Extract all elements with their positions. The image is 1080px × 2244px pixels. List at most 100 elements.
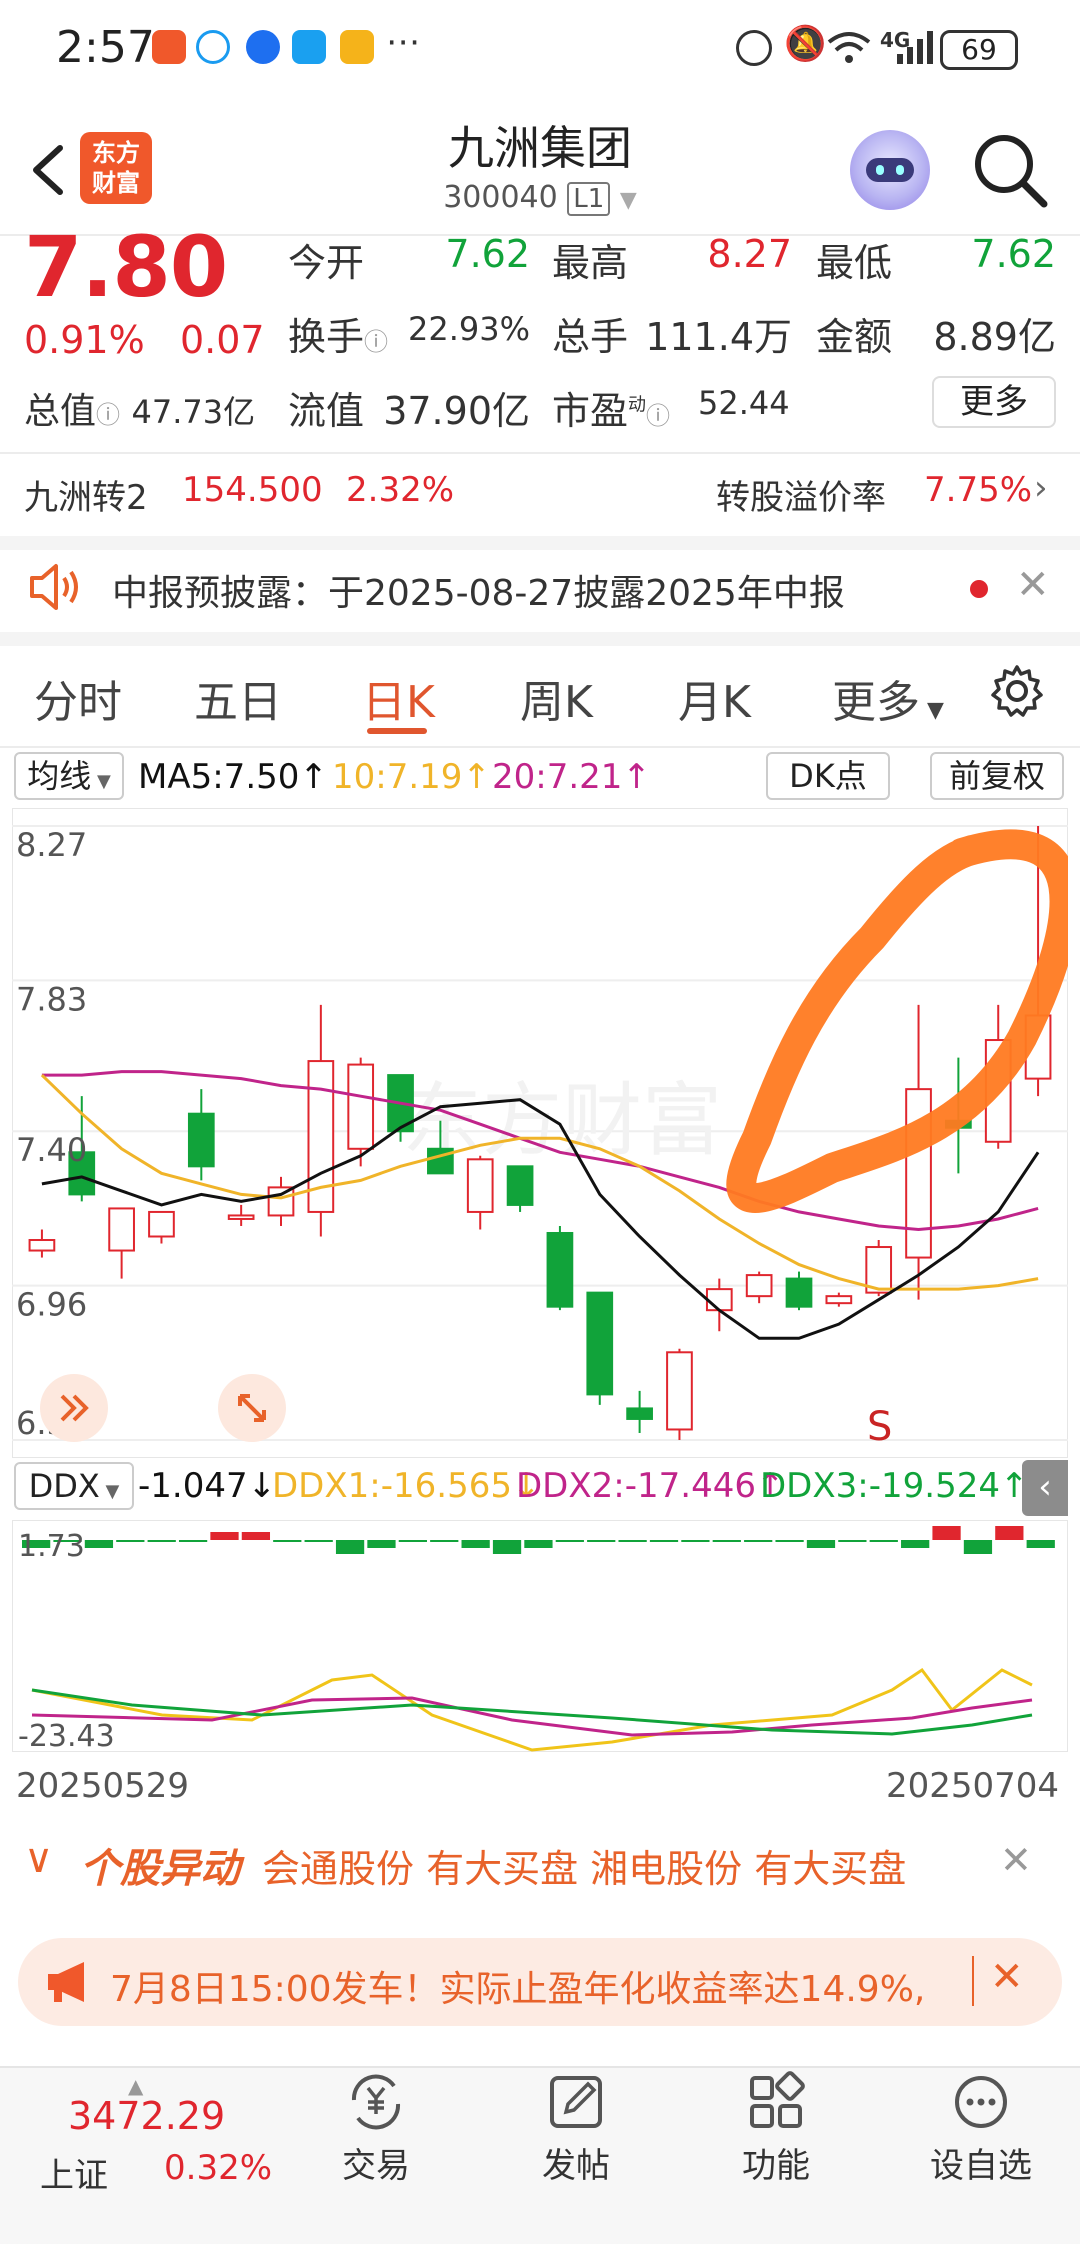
- premium-label: 转股溢价率: [716, 478, 886, 518]
- indicator-selector[interactable]: DDX ▼: [14, 1462, 134, 1510]
- ddx-bar: [210, 1532, 239, 1540]
- ddx-bar: [838, 1540, 867, 1542]
- ddx-axis-top: 1.73: [18, 1529, 85, 1564]
- more-notifications-icon: ⋯: [386, 22, 420, 62]
- bond-price: 154.500: [182, 470, 323, 510]
- change-percent: 0.91%: [24, 318, 145, 362]
- adjust-button[interactable]: 前复权: [930, 752, 1064, 800]
- signal-icon: [897, 31, 933, 64]
- tab-more[interactable]: 更多 ▼: [832, 666, 944, 730]
- bond-name: 九洲转2: [24, 478, 148, 518]
- search-icon[interactable]: [970, 130, 1050, 210]
- tab-five-day[interactable]: 五日: [194, 666, 282, 730]
- ddx-chart[interactable]: 1.73 -23.43: [12, 1520, 1068, 1752]
- pe-label: 市盈动ⓘ: [552, 389, 671, 433]
- divider: [0, 452, 1080, 454]
- index-change[interactable]: 0.32%: [164, 2148, 272, 2188]
- candle-body: [506, 1165, 534, 1206]
- dk-point-button[interactable]: DK点: [766, 752, 890, 800]
- section-gap: [0, 632, 1080, 646]
- candle-body: [745, 1274, 773, 1298]
- level-badge: L1: [567, 182, 611, 216]
- mail-notification-icon: [340, 30, 374, 64]
- total-mcap-label: 总值: [24, 391, 97, 432]
- collapse-panel-button[interactable]: ‹: [1022, 1460, 1068, 1516]
- candle-body: [546, 1231, 574, 1308]
- turnover-label: 换手ⓘ: [288, 315, 389, 359]
- candle-body: [28, 1239, 56, 1252]
- amount-value: 8.89亿: [933, 315, 1056, 359]
- ddx-bar: [461, 1540, 490, 1548]
- tab-monthly-k[interactable]: 月K: [678, 666, 751, 730]
- ddx-bar: [681, 1540, 710, 1542]
- nav-add-watchlist-label: 设自选: [930, 2146, 1032, 2186]
- change-amount: 0.07: [180, 318, 265, 362]
- edit-icon: [550, 2076, 602, 2128]
- assistant-robot-icon[interactable]: [850, 130, 930, 210]
- battery-indicator: 69: [940, 30, 1018, 70]
- mute-icon: 🔕: [784, 24, 827, 64]
- kline-chart[interactable]: 东方财富 8.277.837.406.966.52 S: [12, 808, 1068, 1458]
- close-icon[interactable]: ✕: [1016, 562, 1050, 608]
- nav-post[interactable]: 发帖: [516, 2070, 636, 2187]
- ddx-bar: [398, 1540, 427, 1542]
- ddx-axis-bottom: -23.43: [18, 1719, 115, 1752]
- tab-intraday[interactable]: 分时: [34, 666, 122, 730]
- ma20-value: 20:7.21↑: [492, 757, 651, 797]
- ddx3-value: DDX3:-19.524↑: [760, 1466, 1029, 1506]
- sell-signal-label: S: [867, 1404, 892, 1450]
- ddx-bar: [649, 1540, 679, 1542]
- stock-alert-ticker[interactable]: ∨ 个股异动 会通股份 有大买盘 湘电股份 有大买盘 ✕: [0, 1816, 1080, 1926]
- apps-grid-icon: [750, 2071, 805, 2128]
- candle-body: [108, 1207, 135, 1252]
- index-value[interactable]: 3472.29: [68, 2094, 225, 2138]
- notice-text[interactable]: 中报预披露：于2025-08-27披露2025年中报: [112, 564, 845, 616]
- volume-value: 111.4万: [645, 315, 792, 359]
- ddx-bar: [84, 1540, 114, 1548]
- close-icon[interactable]: ✕: [990, 1954, 1024, 2000]
- ddx-bar: [304, 1540, 333, 1542]
- nav-trade[interactable]: 交易: [316, 2070, 436, 2187]
- ddx-bar: [587, 1540, 616, 1542]
- candle-body: [227, 1214, 255, 1220]
- low-value: 7.62: [971, 232, 1056, 276]
- candle-body: [187, 1112, 215, 1168]
- more-button[interactable]: 更多: [932, 376, 1056, 428]
- expand-left-icon[interactable]: [40, 1374, 108, 1442]
- candle-body: [705, 1288, 733, 1312]
- index-name[interactable]: 上证: [40, 2148, 108, 2197]
- ddx-bar: [492, 1540, 522, 1554]
- candle-body: [825, 1295, 853, 1305]
- ddx-bar: [116, 1540, 145, 1542]
- app-notification-icon: [152, 30, 186, 64]
- ddx-bar: [367, 1540, 396, 1548]
- speaker-icon: [30, 564, 78, 610]
- open-value: 7.62: [445, 232, 530, 276]
- chevron-down-icon: ▼: [619, 188, 637, 213]
- settings-gear-icon[interactable]: [990, 664, 1044, 718]
- current-price: 7.80: [24, 218, 228, 316]
- ddx1-value: DDX1:-16.565↓: [272, 1466, 541, 1506]
- candle-body: [148, 1210, 175, 1238]
- premium-value: 7.75%: [924, 470, 1033, 510]
- fullscreen-icon[interactable]: [218, 1374, 286, 1442]
- nav-add-watchlist[interactable]: 设自选: [916, 2070, 1046, 2187]
- status-time: 2:57: [56, 22, 155, 73]
- candle-body: [466, 1158, 494, 1213]
- date-start: 20250529: [16, 1766, 190, 1806]
- convertible-bond-row[interactable]: 九洲转2 154.500 2.32% 转股溢价率 7.75% ›: [0, 460, 1080, 530]
- ddx-bar: [555, 1540, 584, 1542]
- nav-functions-label: 功能: [742, 2146, 810, 2186]
- tab-daily-k[interactable]: 日K: [362, 666, 435, 730]
- nav-trade-label: 交易: [342, 2146, 410, 2186]
- ddx-bar: [775, 1540, 804, 1542]
- ddx-bar: [744, 1540, 773, 1542]
- info-icon[interactable]: ⓘ: [96, 401, 120, 429]
- promo-banner[interactable]: 7月8日15:00发车！实际止盈年化收益率达14.9%, ✕: [18, 1938, 1062, 2026]
- candle-body: [626, 1407, 653, 1420]
- ma-selector[interactable]: 均线 ▼: [14, 752, 124, 800]
- tab-weekly-k[interactable]: 周K: [520, 666, 593, 730]
- close-icon[interactable]: ✕: [1000, 1838, 1032, 1882]
- unread-dot: [970, 580, 988, 598]
- nav-functions[interactable]: 功能: [716, 2070, 836, 2187]
